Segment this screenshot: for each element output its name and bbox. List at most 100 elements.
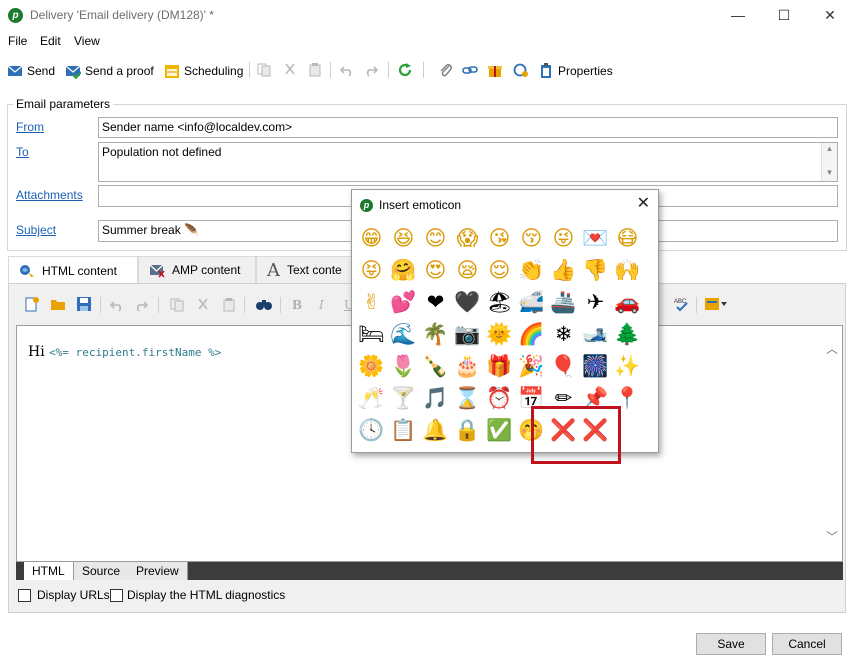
wink-tongue-emoticon[interactable]: 😜 [548, 223, 579, 254]
editor-scroll-up-icon[interactable]: ︿ [826, 340, 838, 357]
new-document-icon[interactable] [24, 296, 40, 312]
display-urls-checkbox[interactable] [18, 588, 31, 602]
red-heart-emoticon[interactable]: ❤ [420, 287, 451, 318]
send-button[interactable]: Send [7, 60, 55, 82]
link-icon[interactable] [462, 62, 478, 78]
kiss-closed-eyes-emoticon[interactable]: 😚 [516, 223, 547, 254]
bell-emoticon[interactable]: 🔔 [420, 415, 451, 446]
champagne-bottle-emoticon[interactable]: 🍾 [420, 351, 451, 382]
scroll-down-icon[interactable]: ▼ [822, 167, 837, 179]
tab-html-content[interactable]: HTML content [8, 256, 138, 284]
to-field-scrollbar[interactable]: ▲ ▼ [821, 143, 837, 181]
thumbs-down-emoticon[interactable]: 👎 [580, 255, 611, 286]
from-field[interactable]: Sender name <info@localdev.com> [98, 117, 838, 138]
attachments-link[interactable]: Attachments [16, 188, 83, 202]
close-window-button[interactable]: ✕ [807, 0, 853, 31]
cancel-button[interactable]: Cancel [772, 633, 842, 655]
italic-button[interactable]: I [319, 298, 324, 312]
clap-emoticon[interactable]: 👏 [516, 255, 547, 286]
sparkles-emoticon[interactable]: ✨ [612, 351, 643, 382]
victory-emoticon[interactable]: ✌ [356, 287, 387, 318]
editor-scroll-down-icon[interactable]: ﹀ [826, 528, 838, 545]
hug-emoticon[interactable]: 🤗 [388, 255, 419, 286]
cake-emoticon[interactable]: 🎂 [452, 351, 483, 382]
ship-emoticon[interactable]: 🚢 [548, 287, 579, 318]
properties-button[interactable]: Properties [538, 60, 613, 82]
rainbow-emoticon[interactable]: 🌈 [516, 319, 547, 350]
squint-tongue-emoticon[interactable]: 😝 [356, 255, 387, 286]
love-letter-emoticon[interactable]: 💌 [580, 223, 611, 254]
music-note-emoticon[interactable]: 🎵 [420, 383, 451, 414]
alarm-clock-emoticon[interactable]: ⏰ [484, 383, 515, 414]
bold-button[interactable]: B [292, 298, 302, 312]
maximize-button[interactable]: ☐ [761, 0, 807, 31]
to-link[interactable]: To [16, 145, 29, 159]
two-hearts-emoticon[interactable]: 💕 [388, 287, 419, 318]
from-link[interactable]: From [16, 120, 44, 134]
send-proof-button[interactable]: Send a proof [65, 60, 154, 82]
clock-emoticon[interactable]: 🕓 [356, 415, 387, 446]
black-heart-emoticon[interactable]: 🖤 [452, 287, 483, 318]
lock-emoticon[interactable]: 🔒 [452, 415, 483, 446]
sleepy-emoticon[interactable]: 😪 [452, 255, 483, 286]
save-button[interactable]: Save [696, 633, 766, 655]
wave-emoticon[interactable]: 🌊 [388, 319, 419, 350]
toast-emoticon[interactable]: 🥂 [356, 383, 387, 414]
relieved-emoticon[interactable]: 😌 [484, 255, 515, 286]
menu-view[interactable]: View [74, 34, 100, 48]
clipboard-emoticon[interactable]: 📋 [388, 415, 419, 446]
menu-file[interactable]: File [8, 34, 27, 48]
check-mark-emoticon[interactable]: ✅ [484, 415, 515, 446]
tab-preview-view[interactable]: Preview [128, 562, 188, 580]
thumbs-up-emoticon[interactable]: 👍 [548, 255, 579, 286]
menu-edit[interactable]: Edit [40, 34, 61, 48]
cocktail-emoticon[interactable]: 🍸 [388, 383, 419, 414]
tab-amp-content[interactable]: AMP content [138, 256, 256, 283]
display-urls-option[interactable]: Display URLs [18, 588, 110, 602]
train-emoticon[interactable]: 🚅 [516, 287, 547, 318]
fireworks-emoticon[interactable]: 🎆 [580, 351, 611, 382]
spellcheck-icon[interactable]: ABC [674, 296, 690, 312]
beach-emoticon[interactable]: 🏖 [484, 287, 515, 318]
heart-eyes-emoticon[interactable]: 😍 [420, 255, 451, 286]
snowflake-emoticon[interactable]: ❄ [548, 319, 579, 350]
find-binoculars-icon[interactable] [255, 296, 273, 312]
to-field[interactable]: Population not defined ▲ ▼ [98, 142, 838, 182]
scroll-up-icon[interactable]: ▲ [822, 143, 837, 155]
laugh-emoticon[interactable]: 😆 [388, 223, 419, 254]
hourglass-emoticon[interactable]: ⌛ [452, 383, 483, 414]
flower-emoticon[interactable]: 🌼 [356, 351, 387, 382]
insert-block-dropdown-icon[interactable] [704, 296, 728, 312]
open-folder-icon[interactable] [50, 296, 66, 312]
scream-emoticon[interactable]: 😱 [452, 223, 483, 254]
smile-emoticon[interactable]: 😊 [420, 223, 451, 254]
car-emoticon[interactable]: 🚗 [612, 287, 643, 318]
tree-emoticon[interactable]: 🌲 [612, 319, 643, 350]
tab-html-view[interactable]: HTML [24, 562, 74, 580]
tab-text-content[interactable]: A Text conte [256, 256, 356, 283]
kiss-emoticon[interactable]: 😘 [484, 223, 515, 254]
mask-emoticon[interactable]: 😷 [612, 223, 643, 254]
ski-emoticon[interactable]: 🎿 [580, 319, 611, 350]
attachment-icon[interactable] [438, 62, 454, 78]
camera-emoticon[interactable]: 📷 [452, 319, 483, 350]
bed-emoticon[interactable]: 🛏 [356, 319, 387, 350]
grin-emoticon[interactable]: 😁 [356, 223, 387, 254]
minimize-button[interactable]: — [715, 0, 761, 31]
refresh-icon[interactable] [397, 62, 413, 78]
sun-emoticon[interactable]: 🌞 [484, 319, 515, 350]
tab-source-view[interactable]: Source [74, 562, 130, 580]
balloon-emoticon[interactable]: 🎈 [548, 351, 579, 382]
personalization-icon[interactable] [513, 62, 529, 78]
gift-emoticon[interactable]: 🎁 [484, 351, 515, 382]
raised-hands-emoticon[interactable]: 🙌 [612, 255, 643, 286]
party-popper-emoticon[interactable]: 🎉 [516, 351, 547, 382]
display-diagnostics-checkbox[interactable] [110, 588, 123, 602]
subject-link[interactable]: Subject [16, 223, 56, 237]
display-diagnostics-option[interactable]: Display the HTML diagnostics [110, 588, 285, 602]
save-icon[interactable] [76, 296, 92, 312]
scheduling-button[interactable]: Scheduling [164, 60, 243, 82]
tulip-emoticon[interactable]: 🌷 [388, 351, 419, 382]
airplane-emoticon[interactable]: ✈ [580, 287, 611, 318]
gift-icon[interactable] [487, 62, 503, 78]
